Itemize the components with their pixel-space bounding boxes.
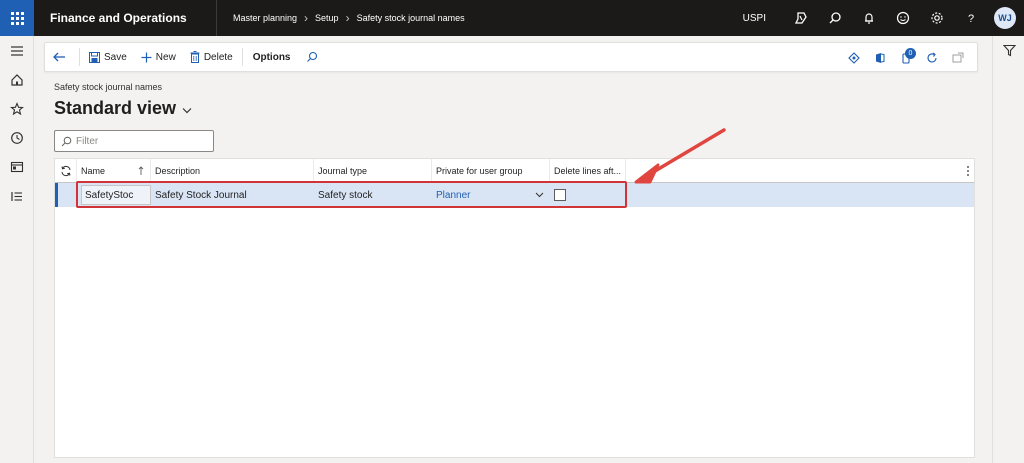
breadcrumb-item-current: Safety stock journal names [356,13,465,23]
chevron-right-icon: › [304,11,309,25]
workspaces-icon[interactable] [0,152,34,181]
column-header-label: Delete lines aft... [554,165,622,176]
hamburger-menu-icon[interactable] [0,36,34,65]
more-options-icon[interactable] [966,159,970,183]
gear-icon[interactable] [920,0,954,36]
search-icon[interactable] [818,0,852,36]
action-pane-right-tools: 0 [841,43,971,73]
plus-icon [141,52,152,62]
breadcrumb-item-master-planning[interactable]: Master planning [233,13,297,23]
sort-ascending-icon [138,165,144,175]
new-button[interactable]: New [134,42,183,72]
back-button[interactable] [45,42,77,72]
trash-icon [190,51,200,63]
view-selector[interactable]: Standard view [54,98,192,119]
column-header-journal-type[interactable]: Journal type [314,158,432,183]
filter-field[interactable] [54,130,214,152]
grid-refresh-button[interactable] [55,158,77,183]
chevron-down-icon [182,108,192,114]
app-launcher-button[interactable] [0,0,34,36]
annotation-highlight-box [76,181,627,208]
avatar[interactable]: WJ [994,7,1016,29]
row-selector[interactable] [55,183,77,207]
search-icon [61,136,72,146]
open-new-window-icon[interactable] [945,43,971,73]
breadcrumb-item-setup[interactable]: Setup [315,13,339,23]
svg-text:?: ? [968,13,974,25]
star-favorites-icon[interactable] [0,94,34,123]
top-right-controls: USPI ? WJ [743,0,1024,36]
power-apps-icon[interactable] [841,43,867,73]
column-header-description[interactable]: Description [151,158,314,183]
home-icon[interactable] [0,65,34,94]
clock-recent-icon[interactable] [0,123,34,152]
breadcrumb: Master planning › Setup › Safety stock j… [233,11,465,25]
smiley-feedback-icon[interactable] [886,0,920,36]
modules-list-icon[interactable] [0,181,34,210]
company-picker[interactable]: USPI [743,13,766,24]
save-icon [89,51,100,63]
chevron-right-icon: › [345,11,350,25]
attachments-icon[interactable]: 0 [893,43,919,73]
refresh-icon [61,165,70,176]
save-button[interactable]: Save [82,42,134,72]
bell-icon[interactable] [852,0,886,36]
grid-header: Name Description Journal type Private fo… [55,158,974,183]
right-filter-pane [992,36,1024,463]
new-label: New [155,51,176,63]
page-caption: Safety stock journal names [54,82,163,92]
save-label: Save [104,51,127,63]
column-header-name[interactable]: Name [77,158,151,183]
filter-input[interactable] [76,135,206,147]
column-header-label: Name [81,165,106,176]
options-tab[interactable]: Options [245,52,299,63]
selected-row-marker [55,183,58,207]
divider [216,0,217,36]
column-header-delete-lines[interactable]: Delete lines aft... [550,158,626,183]
divider [241,48,243,66]
divider [79,48,80,66]
help-icon[interactable]: ? [954,0,988,36]
delete-label: Delete [203,51,233,63]
copilot-icon[interactable] [784,0,818,36]
attachments-count-badge: 0 [905,48,916,59]
column-header-label: Journal type [318,165,368,176]
top-bar: Finance and Operations Master planning ›… [0,0,1024,36]
app-title[interactable]: Finance and Operations [50,11,200,25]
action-pane: Save New Delete Options 0 [44,42,978,72]
funnel-filter-icon[interactable] [993,36,1024,64]
refresh-icon[interactable] [919,43,945,73]
search-icon [306,51,317,62]
delete-button[interactable]: Delete [183,42,240,72]
office-icon[interactable] [867,43,893,73]
search-actions-button[interactable] [299,42,329,72]
left-navigation [0,36,34,463]
column-header-label: Private for user group [436,165,523,176]
waffle-icon [10,11,24,25]
view-title: Standard view [54,98,177,118]
column-header-private-for-user-group[interactable]: Private for user group [432,158,550,183]
column-header-label: Description [155,165,201,176]
arrow-left-icon [53,52,65,62]
